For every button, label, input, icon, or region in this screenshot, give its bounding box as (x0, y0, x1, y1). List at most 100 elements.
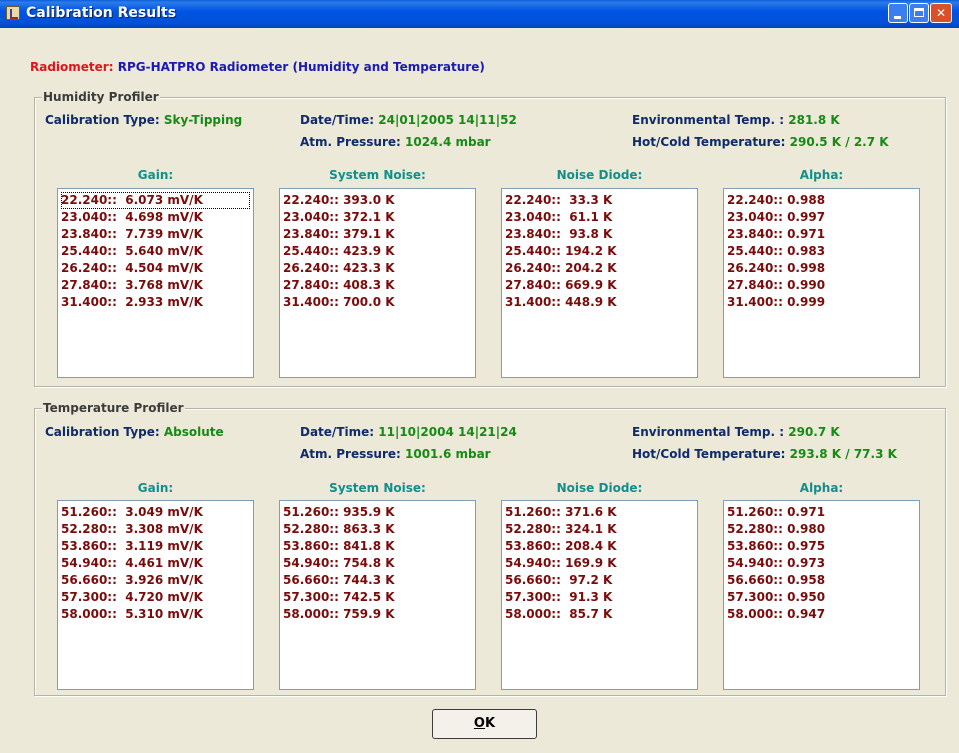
list-item[interactable]: 54.940:: 169.9 K (505, 555, 694, 572)
list-item[interactable]: 26.240:: 0.998 (727, 260, 916, 277)
calibration-type: Calibration Type: Sky-Tipping (45, 113, 242, 127)
list-item[interactable]: 57.300:: 0.950 (727, 589, 916, 606)
radiometer-line: Radiometer: RPG-HATPRO Radiometer (Humid… (30, 60, 485, 74)
list-item[interactable]: 53.860:: 3.119 mV/K (61, 538, 250, 555)
list-item[interactable]: 23.840:: 379.1 K (283, 226, 472, 243)
datetime: Date/Time: 24|01|2005 14|11|52 (300, 113, 517, 127)
list-item[interactable]: 54.940:: 754.8 K (283, 555, 472, 572)
list-item[interactable]: 58.000:: 0.947 (727, 606, 916, 623)
list-item[interactable]: 58.000:: 85.7 K (505, 606, 694, 623)
ok-button[interactable]: OK (432, 709, 537, 739)
close-icon[interactable]: ✕ (930, 3, 952, 23)
list-item[interactable]: 23.040:: 4.698 mV/K (61, 209, 250, 226)
temperature-system-noise-list[interactable]: 51.260:: 935.9 K 52.280:: 863.3 K 53.860::… (279, 500, 476, 690)
hot-cold-temperature: Hot/Cold Temperature: 290.5 K / 2.7 K (632, 135, 889, 149)
alpha-header: Alpha: (799, 481, 844, 495)
datetime-label: Date/Time: (300, 425, 375, 439)
list-item[interactable]: 31.400:: 0.999 (727, 294, 916, 311)
list-item[interactable]: 31.400:: 2.933 mV/K (61, 294, 250, 311)
list-item[interactable]: 57.300:: 742.5 K (283, 589, 472, 606)
list-item[interactable]: 27.840:: 0.990 (727, 277, 916, 294)
list-item[interactable]: 53.860:: 0.975 (727, 538, 916, 555)
list-item[interactable]: 31.400:: 700.0 K (283, 294, 472, 311)
list-item[interactable]: 26.240:: 4.504 mV/K (61, 260, 250, 277)
humidity-noise-diode-list[interactable]: 22.240:: 33.3 K 23.040:: 61.1 K 23.840:: 9… (501, 188, 698, 378)
list-item[interactable]: 23.840:: 93.8 K (505, 226, 694, 243)
humidity-gain-list[interactable]: 22.240:: 6.073 mV/K 23.040:: 4.698 mV/K 23… (57, 188, 254, 378)
ok-label-rest: K (484, 716, 496, 731)
ok-mnemonic: O (473, 716, 485, 731)
list-item[interactable]: 51.260:: 371.6 K (505, 504, 694, 521)
list-item[interactable]: 51.260:: 3.049 mV/K (61, 504, 250, 521)
temperature-gain-list[interactable]: 51.260:: 3.049 mV/K 52.280:: 3.308 mV/K 53… (57, 500, 254, 690)
list-item[interactable]: 23.040:: 61.1 K (505, 209, 694, 226)
env-temp-value: 281.8 K (788, 113, 840, 127)
calibration-type: Calibration Type: Absolute (45, 425, 224, 439)
list-item[interactable]: 57.300:: 4.720 mV/K (61, 589, 250, 606)
humidity-system-noise-list[interactable]: 22.240:: 393.0 K 23.040:: 372.1 K 23.840::… (279, 188, 476, 378)
title-bar[interactable]: Calibration Results ✕ (0, 0, 959, 28)
list-item[interactable]: 27.840:: 3.768 mV/K (61, 277, 250, 294)
list-item[interactable]: 52.280:: 3.308 mV/K (61, 521, 250, 538)
temperature-noise-diode-list[interactable]: 51.260:: 371.6 K 52.280:: 324.1 K 53.860::… (501, 500, 698, 690)
list-item[interactable]: 54.940:: 0.973 (727, 555, 916, 572)
list-item[interactable]: 26.240:: 204.2 K (505, 260, 694, 277)
group-title: Temperature Profiler (42, 401, 185, 415)
maximize-icon[interactable] (909, 3, 929, 23)
pressure-value: 1024.4 mbar (405, 135, 491, 149)
datetime-label: Date/Time: (300, 113, 375, 127)
list-item[interactable]: 27.840:: 408.3 K (283, 277, 472, 294)
list-item[interactable]: 27.840:: 669.9 K (505, 277, 694, 294)
list-item[interactable]: 56.660:: 0.958 (727, 572, 916, 589)
list-item[interactable]: 58.000:: 5.310 mV/K (61, 606, 250, 623)
group-title: Humidity Profiler (42, 90, 160, 104)
list-item[interactable]: 52.280:: 863.3 K (283, 521, 472, 538)
list-item[interactable]: 22.240:: 6.073 mV/K (61, 192, 250, 209)
temperature-alpha-list[interactable]: 51.260:: 0.971 52.280:: 0.980 53.860:: 0.9… (723, 500, 920, 690)
pressure-label: Atm. Pressure: (300, 447, 401, 461)
list-item[interactable]: 23.040:: 372.1 K (283, 209, 472, 226)
list-item[interactable]: 22.240:: 33.3 K (505, 192, 694, 209)
list-item[interactable]: 23.840:: 7.739 mV/K (61, 226, 250, 243)
calibration-type-label: Calibration Type: (45, 113, 160, 127)
list-item[interactable]: 52.280:: 0.980 (727, 521, 916, 538)
gain-header: Gain: (137, 168, 174, 182)
list-item[interactable]: 54.940:: 4.461 mV/K (61, 555, 250, 572)
list-item[interactable]: 26.240:: 423.3 K (283, 260, 472, 277)
hotcold-value: 290.5 K / 2.7 K (789, 135, 889, 149)
humidity-alpha-list[interactable]: 22.240:: 0.988 23.040:: 0.997 23.840:: 0.9… (723, 188, 920, 378)
hotcold-value: 293.8 K / 77.3 K (789, 447, 897, 461)
atm-pressure: Atm. Pressure: 1024.4 mbar (300, 135, 491, 149)
list-item[interactable]: 56.660:: 97.2 K (505, 572, 694, 589)
list-item[interactable]: 58.000:: 759.9 K (283, 606, 472, 623)
list-item[interactable]: 52.280:: 324.1 K (505, 521, 694, 538)
list-item[interactable]: 25.440:: 194.2 K (505, 243, 694, 260)
list-item[interactable]: 22.240:: 393.0 K (283, 192, 472, 209)
list-item[interactable]: 22.240:: 0.988 (727, 192, 916, 209)
list-item[interactable]: 57.300:: 91.3 K (505, 589, 694, 606)
calibration-app-icon[interactable] (6, 6, 20, 20)
list-item[interactable]: 25.440:: 423.9 K (283, 243, 472, 260)
datetime-value: 24|01|2005 14|11|52 (378, 113, 517, 127)
list-item[interactable]: 23.040:: 0.997 (727, 209, 916, 226)
list-item[interactable]: 53.860:: 841.8 K (283, 538, 472, 555)
list-item[interactable]: 51.260:: 0.971 (727, 504, 916, 521)
list-item[interactable]: 25.440:: 5.640 mV/K (61, 243, 250, 260)
hot-cold-temperature: Hot/Cold Temperature: 293.8 K / 77.3 K (632, 447, 897, 461)
list-item[interactable]: 23.840:: 0.971 (727, 226, 916, 243)
minimize-icon[interactable] (888, 3, 908, 23)
list-item[interactable]: 56.660:: 744.3 K (283, 572, 472, 589)
list-item[interactable]: 25.440:: 0.983 (727, 243, 916, 260)
hotcold-label: Hot/Cold Temperature: (632, 447, 786, 461)
datetime: Date/Time: 11|10|2004 14|21|24 (300, 425, 517, 439)
pressure-label: Atm. Pressure: (300, 135, 401, 149)
window-title: Calibration Results (26, 5, 177, 21)
alpha-header: Alpha: (799, 168, 844, 182)
list-item[interactable]: 53.860:: 208.4 K (505, 538, 694, 555)
radiometer-label: Radiometer: (30, 60, 114, 74)
system-noise-header: System Noise: (329, 481, 426, 495)
system-noise-header: System Noise: (329, 168, 426, 182)
list-item[interactable]: 51.260:: 935.9 K (283, 504, 472, 521)
list-item[interactable]: 31.400:: 448.9 K (505, 294, 694, 311)
list-item[interactable]: 56.660:: 3.926 mV/K (61, 572, 250, 589)
